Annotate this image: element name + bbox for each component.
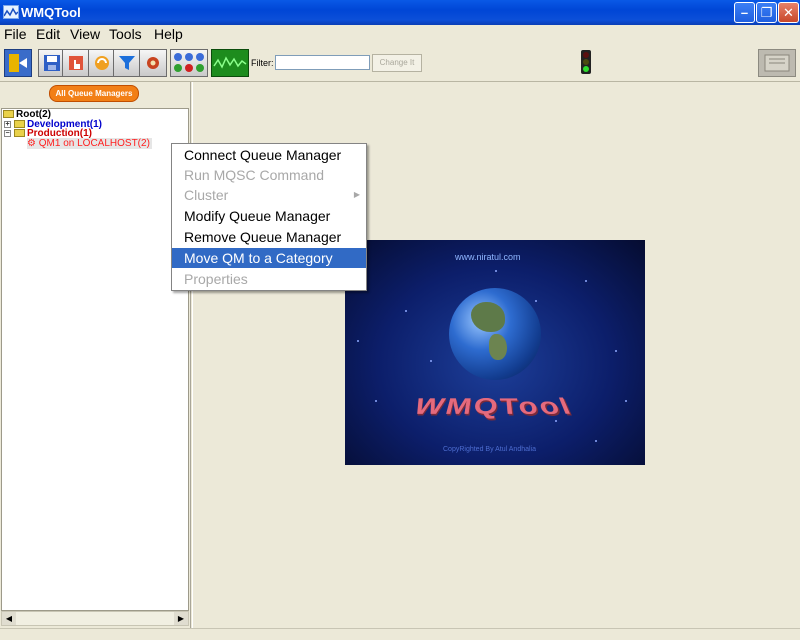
menu-properties: Properties bbox=[184, 271, 248, 287]
scroll-left-icon[interactable]: ◀ bbox=[2, 612, 16, 625]
status-bar bbox=[0, 628, 800, 640]
submenu-arrow-icon: ▶ bbox=[353, 190, 360, 199]
window-title: WMQTool bbox=[21, 5, 81, 20]
folder-open-icon bbox=[14, 129, 25, 137]
queue-manager-tree: Root(2) + Development(1) − Production(1)… bbox=[1, 108, 189, 611]
title-bar: WMQTool – ❐ ✕ bbox=[0, 0, 800, 25]
menu-view[interactable]: View bbox=[70, 26, 100, 42]
hand-button[interactable] bbox=[62, 49, 90, 77]
app-icon bbox=[3, 5, 19, 19]
menu-cluster: Cluster ▶ bbox=[172, 185, 366, 205]
queue-status-icon bbox=[174, 53, 204, 72]
tree-node-qm1[interactable]: ⚙ QM1 on LOCALHOST(2) bbox=[27, 138, 152, 149]
restore-button[interactable]: ❐ bbox=[756, 2, 777, 23]
monitor-button[interactable] bbox=[211, 49, 249, 77]
minimize-button[interactable]: – bbox=[734, 2, 755, 23]
menu-cluster-label: Cluster bbox=[184, 187, 229, 203]
folder-icon bbox=[3, 110, 14, 118]
website-url: www.niratul.com bbox=[455, 252, 521, 262]
menu-file[interactable]: File bbox=[4, 26, 27, 42]
refresh-icon bbox=[95, 56, 109, 70]
menu-tools[interactable]: Tools bbox=[109, 26, 142, 42]
exit-button[interactable] bbox=[4, 49, 32, 77]
queue-manager-icon: ⚙ bbox=[27, 138, 36, 149]
all-queue-managers-button[interactable]: All Queue Managers bbox=[49, 85, 139, 102]
menu-edit[interactable]: Edit bbox=[36, 26, 60, 42]
folder-icon bbox=[14, 120, 25, 128]
panel-icon bbox=[764, 54, 790, 72]
settings-button[interactable] bbox=[139, 49, 167, 77]
tree-qm1-label: QM1 on LOCALHOST(2) bbox=[38, 138, 150, 149]
monitor-graph-icon bbox=[213, 56, 247, 69]
globe-image bbox=[449, 288, 541, 380]
copyright-text: CopyRighted By Atul Andhalia bbox=[443, 446, 537, 453]
wmqtool-logo: WMQTool bbox=[408, 394, 578, 420]
filter-icon bbox=[119, 56, 135, 70]
menu-move-qm-to-category[interactable]: Move QM to a Category bbox=[172, 248, 366, 268]
collapse-icon[interactable]: − bbox=[4, 130, 11, 137]
panel-toggle-button[interactable] bbox=[758, 49, 796, 77]
settings-icon bbox=[147, 57, 159, 69]
save-icon bbox=[44, 55, 60, 71]
traffic-light-icon bbox=[577, 50, 595, 81]
menu-remove-queue-manager[interactable]: Remove Queue Manager bbox=[172, 227, 366, 247]
menu-connect-queue-manager[interactable]: Connect Queue Manager bbox=[172, 145, 366, 165]
filter-button[interactable] bbox=[113, 49, 141, 77]
splash-image: www.niratul.com WMQTool CopyRighted By A… bbox=[345, 240, 645, 465]
menu-help[interactable]: Help bbox=[154, 26, 183, 42]
exit-icon bbox=[9, 54, 27, 72]
filter-label: Filter: bbox=[251, 58, 274, 68]
close-button[interactable]: ✕ bbox=[778, 2, 799, 23]
horizontal-scrollbar[interactable]: ◀ ▶ bbox=[1, 611, 189, 626]
change-it-button[interactable]: Change It bbox=[372, 54, 422, 72]
refresh-button[interactable] bbox=[88, 49, 116, 77]
menu-run-mqsc-command: Run MQSC Command bbox=[184, 167, 325, 183]
queue-status-button[interactable] bbox=[170, 49, 208, 77]
scroll-right-icon[interactable]: ▶ bbox=[174, 612, 188, 625]
menu-modify-queue-manager[interactable]: Modify Queue Manager bbox=[172, 206, 366, 226]
filter-input[interactable] bbox=[275, 55, 370, 70]
menu-bar: File Edit View Tools Help bbox=[0, 25, 800, 46]
context-menu: Connect Queue Manager Run MQSC Command C… bbox=[171, 143, 367, 291]
hand-cursor-icon bbox=[69, 56, 83, 70]
expand-icon[interactable]: + bbox=[4, 121, 11, 128]
